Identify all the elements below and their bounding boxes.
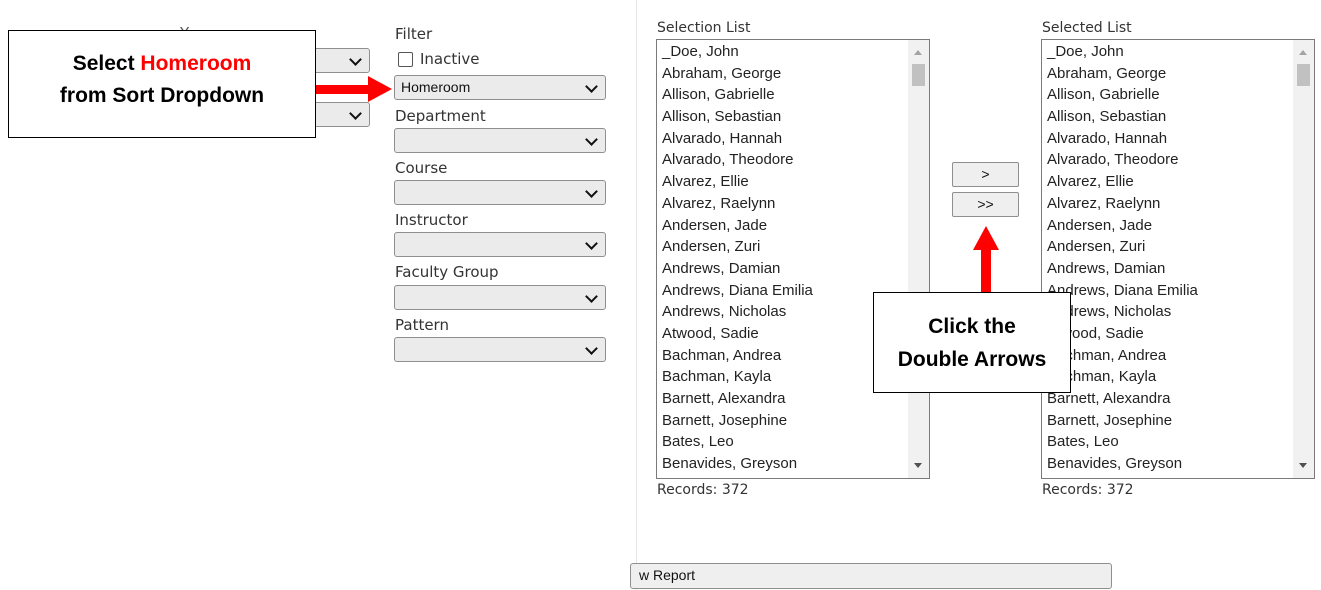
- course-label: Course: [395, 159, 448, 177]
- list-item[interactable]: Andersen, Jade: [662, 215, 813, 237]
- annotation-arrow-up: [973, 226, 999, 294]
- move-all-button[interactable]: >>: [952, 192, 1019, 217]
- selected-list-scrollbar[interactable]: [1293, 40, 1314, 478]
- list-item[interactable]: Alvarez, Raelynn: [1047, 193, 1198, 215]
- list-item[interactable]: Allison, Gabrielle: [1047, 84, 1198, 106]
- list-item[interactable]: Benavides, Greyson: [1047, 453, 1198, 475]
- department-select[interactable]: [394, 128, 606, 153]
- faculty-group-label: Faculty Group: [395, 263, 499, 281]
- callout-sort-line2: from Sort Dropdown: [59, 84, 265, 107]
- list-item[interactable]: Alvarado, Theodore: [662, 149, 813, 171]
- list-item[interactable]: Andrews, Diana Emilia: [662, 280, 813, 302]
- list-item[interactable]: Abraham, George: [1047, 63, 1198, 85]
- scroll-thumb[interactable]: [912, 64, 925, 86]
- scroll-down-icon[interactable]: [1299, 463, 1307, 468]
- list-item[interactable]: Andrews, Nicholas: [662, 301, 813, 323]
- list-item[interactable]: Atwood, Sadie: [662, 323, 813, 345]
- list-item[interactable]: Barnett, Josephine: [662, 410, 813, 432]
- selected-list-box[interactable]: _Doe, John Abraham, George Allison, Gabrie…: [1041, 39, 1315, 479]
- scroll-down-icon[interactable]: [914, 463, 922, 468]
- chevron-down-icon: [349, 53, 362, 66]
- inactive-label: Inactive: [420, 50, 480, 68]
- list-item[interactable]: Allison, Sebastian: [662, 106, 813, 128]
- callout-sort-instruction: Select Homeroom from Sort Dropdown: [8, 30, 316, 138]
- list-item[interactable]: Alvarez, Ellie: [662, 171, 813, 193]
- faculty-group-select[interactable]: [394, 285, 606, 310]
- chevron-down-icon: [585, 133, 598, 146]
- list-item[interactable]: Andersen, Zuri: [1047, 236, 1198, 258]
- list-item[interactable]: _Doe, John: [1047, 41, 1198, 63]
- callout-arrows-line2: Double Arrows: [897, 348, 1047, 371]
- chevron-down-icon: [585, 80, 598, 93]
- list-item[interactable]: Andersen, Zuri: [662, 236, 813, 258]
- move-one-button[interactable]: >: [952, 162, 1019, 187]
- list-item[interactable]: Abraham, George: [662, 63, 813, 85]
- selection-records-count: Records: 372: [657, 482, 749, 498]
- chevron-down-icon: [585, 237, 598, 250]
- list-item[interactable]: Bachman, Andrea: [662, 345, 813, 367]
- list-item[interactable]: Andrews, Damian: [1047, 258, 1198, 280]
- scroll-up-icon[interactable]: [1299, 50, 1307, 55]
- list-item[interactable]: Benavides, Greyson: [662, 453, 813, 475]
- view-report-button[interactable]: w Report: [630, 563, 1112, 589]
- list-item[interactable]: Alvarado, Hannah: [662, 128, 813, 150]
- filter-title: Filter: [395, 25, 433, 43]
- list-item[interactable]: Alvarez, Ellie: [1047, 171, 1198, 193]
- list-item[interactable]: _Doe, John: [662, 41, 813, 63]
- callout-arrows-line1: Click the: [928, 315, 1016, 338]
- callout-sort-line1: Select Homeroom: [72, 52, 252, 75]
- chevron-down-icon: [585, 290, 598, 303]
- list-item[interactable]: Alvarez, Raelynn: [662, 193, 813, 215]
- selection-list-scrollbar[interactable]: [908, 40, 929, 478]
- scroll-up-icon[interactable]: [914, 50, 922, 55]
- list-item[interactable]: Allison, Sebastian: [1047, 106, 1198, 128]
- list-item[interactable]: Bates, Leo: [662, 431, 813, 453]
- scroll-thumb[interactable]: [1297, 64, 1310, 86]
- course-select[interactable]: [394, 180, 606, 205]
- list-item[interactable]: Andersen, Jade: [1047, 215, 1198, 237]
- sort-select-value: Homeroom: [401, 79, 471, 95]
- pattern-label: Pattern: [395, 316, 449, 334]
- list-item[interactable]: Alvarado, Theodore: [1047, 149, 1198, 171]
- list-item[interactable]: Bachman, Kayla: [662, 366, 813, 388]
- list-item[interactable]: Barnett, Alexandra: [662, 388, 813, 410]
- selected-records-count: Records: 372: [1042, 482, 1134, 498]
- callout-arrows-instruction: Click the Double Arrows: [873, 292, 1071, 393]
- instructor-label: Instructor: [395, 211, 468, 229]
- chevron-down-icon: [585, 185, 598, 198]
- chevron-down-icon: [585, 342, 598, 355]
- callout-homeroom-highlight: Homeroom: [140, 52, 252, 75]
- chevron-down-icon: [349, 107, 362, 120]
- selected-list-title: Selected List: [1042, 20, 1132, 36]
- list-item[interactable]: Alvarado, Hannah: [1047, 128, 1198, 150]
- department-label: Department: [395, 107, 486, 125]
- list-item[interactable]: Andrews, Damian: [662, 258, 813, 280]
- pattern-select[interactable]: [394, 337, 606, 362]
- list-item[interactable]: Barnett, Josephine: [1047, 410, 1198, 432]
- inactive-checkbox[interactable]: [398, 52, 413, 67]
- list-item[interactable]: Allison, Gabrielle: [662, 84, 813, 106]
- sort-select[interactable]: Homeroom: [394, 75, 606, 100]
- panel-divider: [636, 0, 637, 590]
- selection-list-title: Selection List: [657, 20, 751, 36]
- selection-list-box[interactable]: _Doe, John Abraham, George Allison, Gabrie…: [656, 39, 930, 479]
- list-item[interactable]: Bates, Leo: [1047, 431, 1198, 453]
- instructor-select[interactable]: [394, 232, 606, 257]
- annotation-arrow-right: [312, 76, 392, 102]
